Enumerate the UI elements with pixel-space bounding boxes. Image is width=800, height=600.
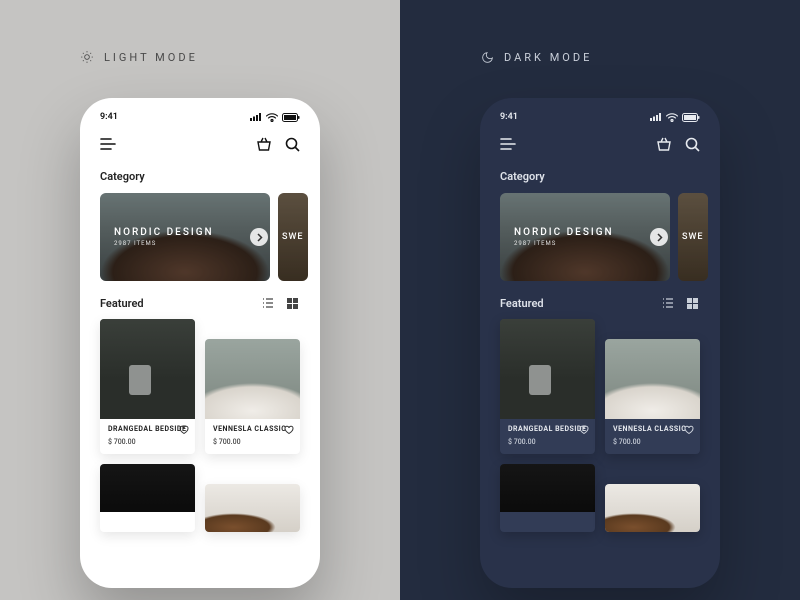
category-title: SWE (682, 232, 703, 242)
status-time: 9:41 (100, 112, 118, 122)
product-name: DRANGEDAL BEDSIDE (508, 425, 587, 434)
product-image (500, 464, 595, 512)
light-mode-header: LIGHT MODE (80, 50, 340, 64)
featured-header: Featured (80, 281, 320, 319)
basket-icon[interactable] (256, 136, 272, 152)
status-bar: 9:41 (80, 98, 320, 130)
dark-mode-panel: DARK MODE 9:41 Category (400, 0, 800, 600)
product-card[interactable] (100, 464, 195, 532)
category-title: NORDIC DESIGN (514, 227, 656, 238)
featured-heading: Featured (500, 297, 544, 310)
product-image (100, 319, 195, 419)
category-heading: Category (80, 166, 320, 193)
product-image (500, 319, 595, 419)
category-card-nordic[interactable]: NORDIC DESIGN 2987 ITEMS (100, 193, 270, 281)
wifi-icon (666, 113, 678, 122)
heart-icon[interactable] (284, 425, 294, 435)
grid-view-icon[interactable] (284, 295, 300, 311)
product-name: DRANGEDAL BEDSIDE (108, 425, 187, 434)
heart-icon[interactable] (179, 425, 189, 435)
heart-icon[interactable] (579, 425, 589, 435)
category-carousel[interactable]: NORDIC DESIGN 2987 ITEMS SWE (80, 193, 320, 281)
dark-mode-header: DARK MODE (480, 50, 740, 64)
category-title: NORDIC DESIGN (114, 227, 256, 238)
category-title: SWE (282, 232, 303, 242)
product-image (100, 464, 195, 512)
product-card[interactable] (500, 464, 595, 532)
product-name: VENNESLA CLASSIC (613, 425, 692, 434)
list-view-icon[interactable] (660, 295, 676, 311)
product-price: $ 700.00 (508, 438, 587, 446)
product-price: $ 700.00 (213, 438, 292, 446)
list-view-icon[interactable] (260, 295, 276, 311)
menu-icon[interactable] (500, 136, 516, 152)
battery-icon (682, 113, 700, 122)
product-price: $ 700.00 (613, 438, 692, 446)
phone-frame-light: 9:41 Category (80, 98, 320, 588)
product-card[interactable]: DRANGEDAL BEDSIDE $ 700.00 (100, 319, 195, 454)
product-name: VENNESLA CLASSIC (213, 425, 292, 434)
product-card[interactable] (605, 484, 700, 532)
status-indicators (650, 113, 700, 122)
product-card[interactable]: VENNESLA CLASSIC $ 700.00 (605, 339, 700, 454)
light-mode-panel: LIGHT MODE 9:41 (0, 0, 400, 600)
product-card[interactable] (205, 484, 300, 532)
status-bar: 9:41 (480, 98, 720, 130)
heart-icon[interactable] (684, 425, 694, 435)
category-card-nordic[interactable]: NORDIC DESIGN 2987 ITEMS (500, 193, 670, 281)
battery-icon (282, 113, 300, 122)
moon-icon (480, 50, 494, 64)
basket-icon[interactable] (656, 136, 672, 152)
wifi-icon (266, 113, 278, 122)
category-carousel[interactable]: NORDIC DESIGN 2987 ITEMS SWE (480, 193, 720, 281)
dark-mode-label: DARK MODE (504, 51, 592, 64)
top-nav (80, 130, 320, 166)
grid-view-icon[interactable] (684, 295, 700, 311)
product-grid: DRANGEDAL BEDSIDE $ 700.00 VENNESLA CLAS… (480, 319, 720, 532)
chevron-right-icon[interactable] (250, 228, 268, 246)
product-image (605, 339, 700, 419)
category-heading: Category (480, 166, 720, 193)
light-mode-label: LIGHT MODE (104, 51, 198, 64)
featured-header: Featured (480, 281, 720, 319)
product-image (205, 339, 300, 419)
search-icon[interactable] (684, 136, 700, 152)
chevron-right-icon[interactable] (650, 228, 668, 246)
featured-heading: Featured (100, 297, 144, 310)
product-price: $ 700.00 (108, 438, 187, 446)
product-image (205, 484, 300, 532)
phone-frame-dark: 9:41 Category (480, 98, 720, 588)
status-time: 9:41 (500, 112, 518, 122)
category-subtitle: 2987 ITEMS (114, 240, 256, 247)
product-grid: DRANGEDAL BEDSIDE $ 700.00 VENNESLA CLAS… (80, 319, 320, 532)
signal-icon (650, 113, 662, 121)
product-card[interactable]: VENNESLA CLASSIC $ 700.00 (205, 339, 300, 454)
category-card-peek[interactable]: SWE (678, 193, 708, 281)
category-subtitle: 2987 ITEMS (514, 240, 656, 247)
status-indicators (250, 113, 300, 122)
search-icon[interactable] (284, 136, 300, 152)
menu-icon[interactable] (100, 136, 116, 152)
product-image (605, 484, 700, 532)
signal-icon (250, 113, 262, 121)
top-nav (480, 130, 720, 166)
sun-icon (80, 50, 94, 64)
category-card-peek[interactable]: SWE (278, 193, 308, 281)
product-card[interactable]: DRANGEDAL BEDSIDE $ 700.00 (500, 319, 595, 454)
